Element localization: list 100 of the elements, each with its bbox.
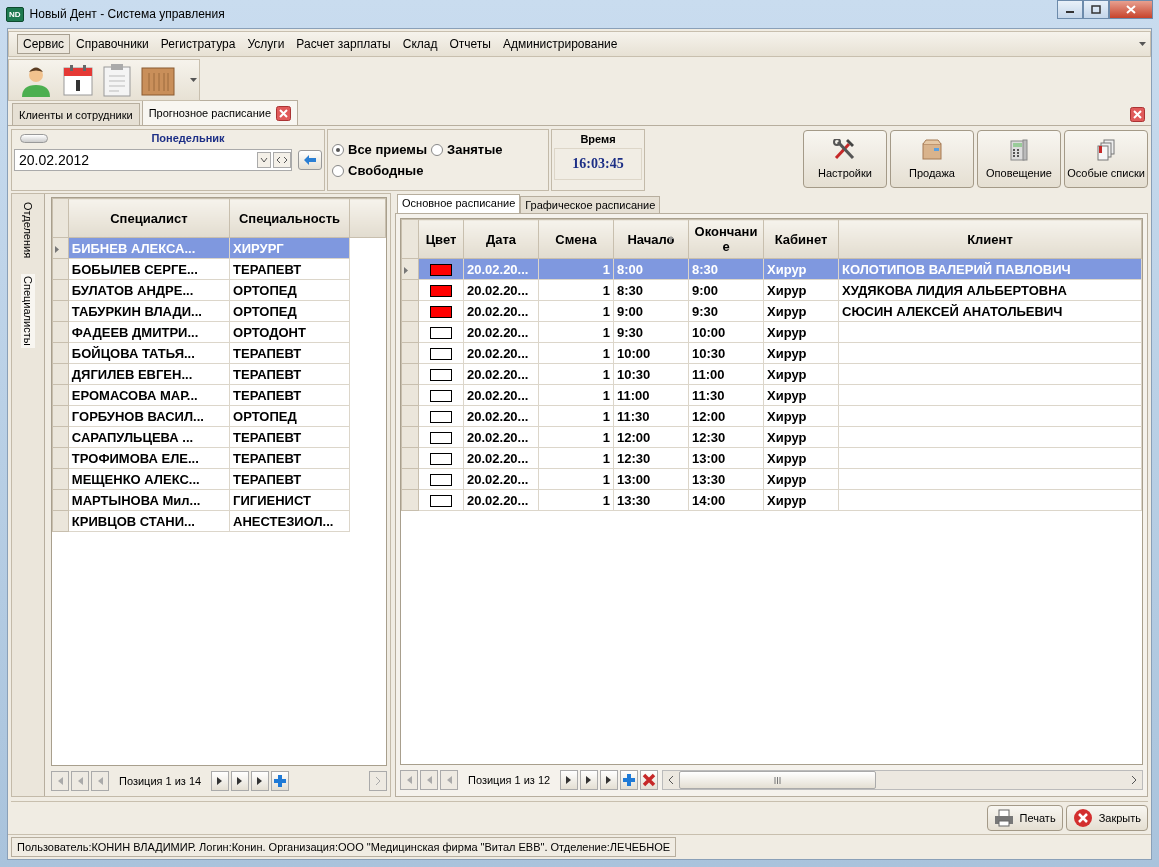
menu-item[interactable]: Администрирование <box>496 34 624 54</box>
column-header[interactable]: Начало <box>613 219 689 259</box>
caret-icon[interactable] <box>190 78 197 82</box>
clipboard-icon[interactable] <box>103 63 131 97</box>
menu-item[interactable]: Услуги <box>241 34 291 54</box>
radio-option[interactable]: Все приемы <box>332 142 428 157</box>
scroll-thumb[interactable] <box>679 771 877 789</box>
table-cell: 10:30 <box>688 342 764 364</box>
table-cell: 1 <box>538 384 614 406</box>
nextpage-icon[interactable] <box>231 771 250 791</box>
maximize-button[interactable] <box>1083 0 1109 19</box>
last-icon[interactable] <box>251 771 270 791</box>
document-tab[interactable]: Прогнозное расписание <box>141 100 299 125</box>
menu-item[interactable]: Справочники <box>70 34 155 54</box>
menu-item[interactable]: Склад <box>396 34 444 54</box>
table-cell: 11:30 <box>688 384 764 406</box>
nextpage-icon[interactable] <box>580 770 599 790</box>
menu-item[interactable]: Расчет зарплаты <box>290 34 397 54</box>
table-cell: БУЛАТОВ АНДРЕ... <box>68 279 230 301</box>
crate-icon[interactable] <box>141 64 175 96</box>
table-cell: Хирур <box>763 489 839 511</box>
column-header[interactable]: Клиент <box>838 219 1142 259</box>
toggle-handle[interactable] <box>20 133 48 143</box>
table-cell: ХУДЯКОВА ЛИДИЯ АЛЬБЕРТОВНА <box>842 282 1067 298</box>
clock-display: 16:03:45 <box>554 148 642 180</box>
scroll-right-icon[interactable] <box>1131 776 1137 784</box>
column-header[interactable]: Кабинет <box>763 219 839 259</box>
weekday-label: Понедельник <box>150 132 226 144</box>
column-header[interactable]: Цвет <box>418 219 464 259</box>
table-cell: ГИГИЕНИСТ <box>229 489 350 511</box>
column-header[interactable]: Дата <box>463 219 539 259</box>
scroll-left-icon[interactable] <box>668 776 675 784</box>
action-button[interactable]: Оповещение <box>977 130 1061 188</box>
table-cell: 20.02.20... <box>463 279 539 301</box>
table-cell: 1 <box>538 489 614 511</box>
print-button[interactable]: Печать <box>986 805 1063 831</box>
schedule-tab[interactable]: Основное расписание <box>397 194 521 213</box>
table-cell: 20.02.20... <box>463 426 539 448</box>
maximize-icon <box>1091 5 1101 14</box>
calendar-icon[interactable] <box>63 64 93 96</box>
table-cell: ДЯГИЛЕВ ЕВГЕН... <box>68 363 230 385</box>
side-tab[interactable]: Отделения <box>21 200 35 261</box>
menu-item[interactable]: Регистратура <box>154 34 242 54</box>
column-header[interactable]: Специальность <box>229 198 350 238</box>
close-icon[interactable] <box>1130 106 1145 122</box>
table-cell: 20.02.20... <box>463 300 539 322</box>
action-button[interactable]: Настройки <box>803 130 887 188</box>
caret-icon[interactable] <box>1139 42 1146 46</box>
column-header[interactable]: Смена <box>538 219 614 259</box>
close-icon[interactable] <box>276 105 292 121</box>
add-icon[interactable] <box>271 771 290 791</box>
table-cell: ТЕРАПЕВТ <box>229 384 350 406</box>
dropdown-icon[interactable] <box>257 152 271 168</box>
horizontal-scrollbar[interactable] <box>662 770 1143 790</box>
table-cell: 9:00 <box>613 300 689 322</box>
table-cell: 1 <box>538 300 614 322</box>
menu-item[interactable]: Отчеты <box>443 34 497 54</box>
back-arrow-button[interactable] <box>298 150 322 170</box>
document-tab[interactable]: Клиенты и сотрудники <box>12 103 140 125</box>
table-cell: БОБЫЛЕВ СЕРГЕ... <box>68 258 230 280</box>
next-icon[interactable] <box>211 771 230 791</box>
table-cell: 10:30 <box>613 363 689 385</box>
table-cell: 11:00 <box>613 384 689 406</box>
table-cell: 1 <box>538 468 614 490</box>
table-cell: 9:30 <box>613 321 689 343</box>
table-cell: МЕЩЕНКО АЛЕКС... <box>68 468 230 490</box>
close-icon <box>1126 5 1136 14</box>
menu-item[interactable]: Сервис <box>17 34 71 54</box>
column-header[interactable]: Окончание <box>688 219 764 259</box>
radio-option[interactable]: Занятые <box>431 142 503 157</box>
table-cell: 1 <box>538 342 614 364</box>
add-icon[interactable] <box>620 770 639 790</box>
arrow-left-icon <box>304 155 316 165</box>
table-cell: ГОРБУНОВ ВАСИЛ... <box>68 405 230 427</box>
minimize-button[interactable] <box>1057 0 1083 19</box>
tools-icon <box>833 139 857 161</box>
table-cell: 20.02.20... <box>463 384 539 406</box>
table-cell: Хирур <box>763 447 839 469</box>
delete-icon[interactable] <box>640 770 659 790</box>
action-button[interactable]: Особые списки <box>1064 130 1148 188</box>
position-label: Позиция 1 из 14 <box>118 775 203 787</box>
schedule-tab[interactable]: Графическое расписание <box>520 196 661 213</box>
close-icon <box>1072 808 1093 828</box>
last-icon[interactable] <box>600 770 619 790</box>
printer-icon <box>993 809 1014 827</box>
table-cell: 1 <box>538 363 614 385</box>
table-cell: САРАПУЛЬЦЕВА ... <box>68 426 230 448</box>
table-cell: 20.02.20... <box>463 489 539 511</box>
action-button[interactable]: Продажа <box>890 130 974 188</box>
table-cell: Хирур <box>763 384 839 406</box>
radio-option[interactable]: Свободные <box>332 163 424 178</box>
next-icon[interactable] <box>560 770 579 790</box>
column-header[interactable]: Специалист <box>68 198 230 238</box>
spin-arrows-icon[interactable] <box>273 152 291 168</box>
table-cell: ФАДЕЕВ ДМИТРИ... <box>68 321 230 343</box>
close-button[interactable]: Закрыть <box>1065 805 1148 831</box>
table-cell: Хирур <box>763 426 839 448</box>
side-tab[interactable]: Специалисты <box>21 274 35 348</box>
close-button[interactable] <box>1109 0 1153 19</box>
date-field[interactable]: 20.02.2012 <box>14 149 292 171</box>
